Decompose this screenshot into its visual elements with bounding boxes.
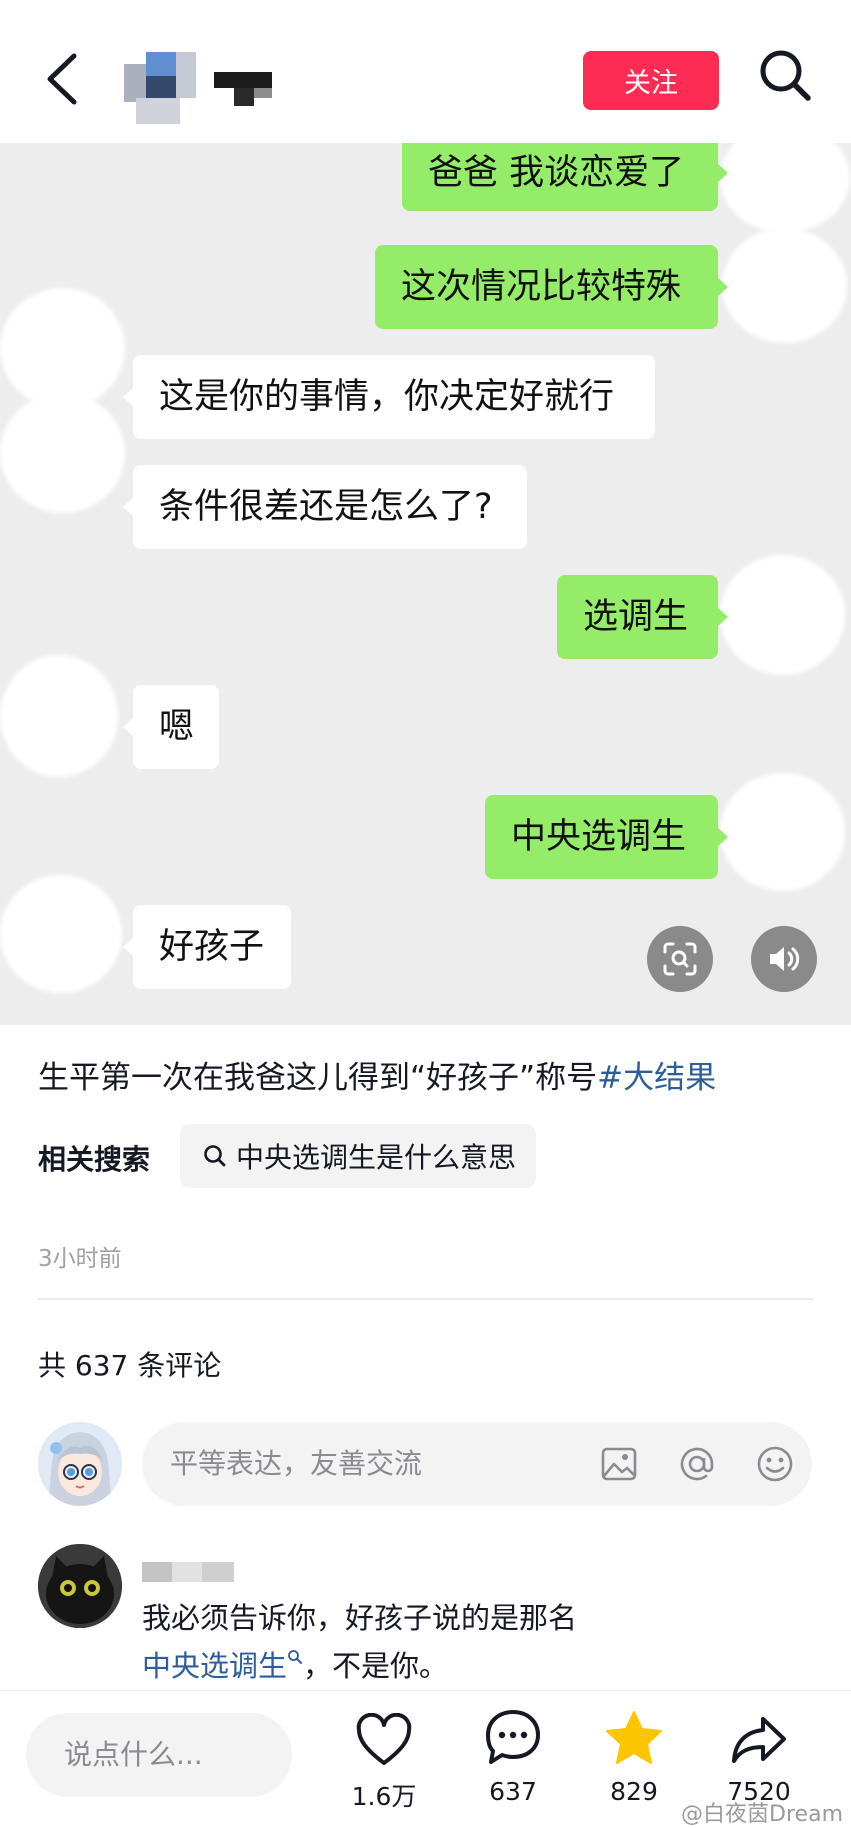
- chat-message-me: 爸爸 我谈恋爱了: [402, 143, 728, 211]
- emoji-icon[interactable]: [754, 1443, 796, 1485]
- post-timestamp: 3小时前: [38, 1246, 122, 1272]
- ocr-button[interactable]: [647, 926, 713, 992]
- comment-button[interactable]: 637: [458, 1705, 568, 1806]
- star-icon: [606, 1711, 662, 1764]
- watermark: @白夜茵Dream: [681, 1802, 843, 1827]
- favorite-button[interactable]: 829: [579, 1705, 689, 1806]
- at-icon[interactable]: [676, 1443, 718, 1485]
- image-icon[interactable]: [598, 1443, 640, 1485]
- comment-text-part: 我必须告诉你，好孩子说的是那名: [142, 1601, 578, 1635]
- comment-count: 637: [489, 1777, 537, 1806]
- post-caption: 生平第一次在我爸这儿得到“好孩子”称号#大结果: [38, 1055, 828, 1101]
- related-search-label: 相关搜索: [38, 1143, 151, 1176]
- chat-message-other: 好孩子: [123, 905, 291, 989]
- scan-text-icon: [663, 942, 697, 976]
- divider: [38, 1298, 813, 1300]
- comment-search-link[interactable]: 中央选调生: [142, 1649, 303, 1683]
- like-button[interactable]: 1.6万: [329, 1705, 439, 1813]
- commenter-name-censored[interactable]: [142, 1562, 234, 1582]
- comment-link-text: 中央选调生: [142, 1649, 288, 1683]
- hashtag-link[interactable]: #大结果: [597, 1060, 716, 1096]
- search-icon: [288, 1650, 303, 1665]
- comment-bubble-icon: [486, 1710, 540, 1764]
- share-button[interactable]: 7520: [704, 1705, 814, 1806]
- search-button[interactable]: [756, 46, 816, 106]
- chevron-left-icon: [47, 53, 77, 105]
- black-cat-avatar-image: [38, 1544, 122, 1628]
- caption-text: 生平第一次在我爸这儿得到“好孩子”称号: [38, 1060, 598, 1096]
- follow-button[interactable]: 关注: [583, 51, 719, 110]
- speaker-icon: [770, 947, 800, 971]
- chat-message-other: 条件很差还是怎么了?: [123, 465, 527, 549]
- search-icon: [760, 50, 811, 101]
- top-header: 关注: [0, 0, 851, 143]
- favorite-count: 829: [610, 1777, 658, 1806]
- commenter-avatar[interactable]: [38, 1544, 122, 1628]
- chat-message-me: 这次情况比较特殊: [375, 245, 728, 329]
- comment-text: 我必须告诉你，好孩子说的是那名 中央选调生 ，不是你。: [142, 1594, 822, 1690]
- chat-message-other: 这是你的事情，你决定好就行: [123, 355, 655, 439]
- related-search-chip[interactable]: 中央选调生是什么意思: [180, 1124, 537, 1188]
- comment-input[interactable]: 平等表达，友善交流: [142, 1422, 812, 1506]
- author-name-censored: [214, 72, 272, 106]
- my-avatar[interactable]: [38, 1422, 122, 1506]
- bottom-comment-input[interactable]: 说点什么...: [26, 1713, 292, 1797]
- share-arrow-icon: [732, 1717, 786, 1763]
- sound-button[interactable]: [751, 926, 817, 992]
- anime-avatar-image: [38, 1422, 122, 1506]
- chat-message-me: 中央选调生: [485, 795, 728, 879]
- search-icon: [204, 1145, 226, 1167]
- chat-message-other: 嗯: [123, 685, 219, 769]
- chat-message-me: 选调生: [557, 575, 728, 659]
- related-search-query: 中央选调生是什么意思: [236, 1141, 517, 1174]
- author-avatar-censored[interactable]: [124, 52, 198, 124]
- comment-input-placeholder: 平等表达，友善交流: [170, 1447, 423, 1480]
- comment-text-part: ，不是你。: [303, 1649, 449, 1683]
- chat-screenshot[interactable]: 爸爸 我谈恋爱了 这次情况比较特殊 这是你的事情，你决定好就行 条件很差还是怎么…: [0, 143, 851, 1025]
- heart-icon: [356, 1713, 412, 1765]
- back-button[interactable]: [38, 48, 88, 110]
- comment-count-label: 共 637 条评论: [38, 1349, 222, 1382]
- like-count: 1.6万: [351, 1782, 417, 1811]
